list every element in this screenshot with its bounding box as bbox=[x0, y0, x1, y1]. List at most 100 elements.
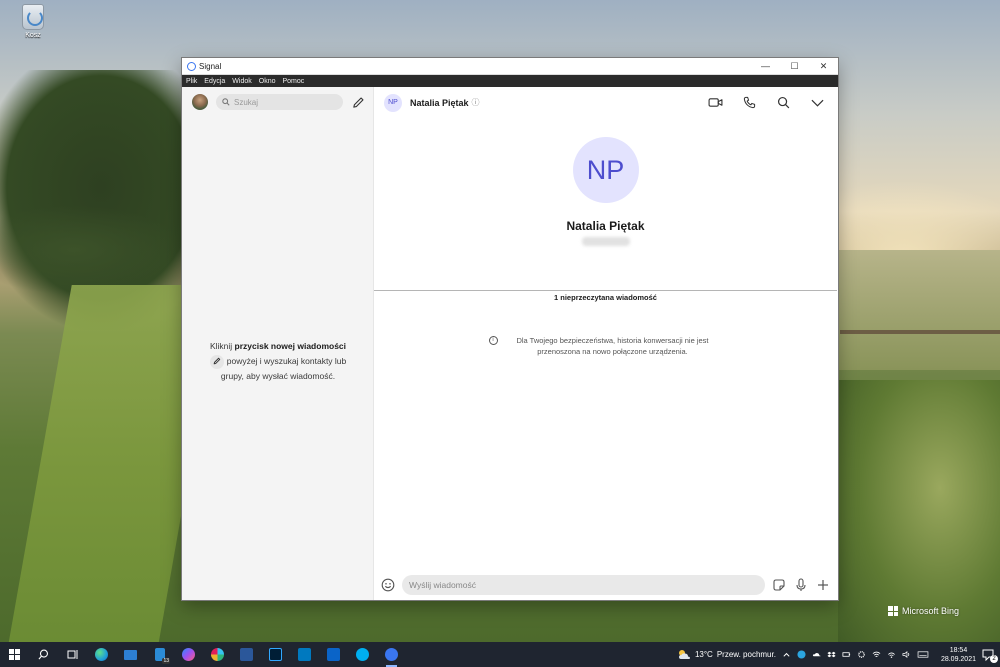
weather-temp: 13°C bbox=[694, 650, 713, 659]
weather-text: Przew. pochmur. bbox=[716, 650, 776, 659]
word-taskbar-button[interactable] bbox=[232, 642, 261, 667]
video-call-button[interactable] bbox=[707, 94, 724, 111]
cloud-sun-icon bbox=[678, 650, 690, 659]
voice-message-button[interactable] bbox=[793, 577, 809, 593]
conversation-pane: NP Natalia Piętak ⓘ NP Natalia Piętak 1 … bbox=[374, 87, 838, 600]
bing-label: Microsoft Bing bbox=[902, 606, 960, 616]
search-placeholder: Szukaj bbox=[234, 97, 259, 107]
menu-help[interactable]: Pomoc bbox=[282, 78, 304, 85]
attach-button[interactable] bbox=[815, 577, 831, 593]
contact-phone-blurred bbox=[581, 237, 630, 246]
volume-tray-icon[interactable] bbox=[902, 650, 911, 659]
messenger-icon bbox=[182, 648, 195, 661]
compose-button[interactable] bbox=[351, 95, 365, 109]
wallpaper-brush bbox=[838, 380, 1000, 642]
mail-taskbar-button[interactable] bbox=[116, 642, 145, 667]
empty-state-prefix: Kliknij bbox=[209, 341, 235, 351]
info-icon: i bbox=[488, 336, 498, 345]
close-button[interactable]: ✕ bbox=[809, 58, 838, 75]
search-icon bbox=[222, 98, 230, 106]
task-view-button[interactable] bbox=[58, 642, 87, 667]
empty-state-line3: grupy, aby wysłać wiadomość. bbox=[220, 371, 336, 381]
search-icon bbox=[38, 649, 48, 660]
menu-file[interactable]: Plik bbox=[186, 78, 197, 85]
plus-icon bbox=[818, 580, 828, 590]
signal-window: Signal — ☐ ✕ Plik Edycja Widok Okno Pomo… bbox=[182, 58, 838, 600]
contact-name-large: Natalia Piętak bbox=[566, 219, 645, 233]
taskbar-search-button[interactable] bbox=[29, 642, 58, 667]
message-composer: Wyślij wiadomość bbox=[374, 570, 837, 600]
menu-view[interactable]: Widok bbox=[232, 78, 251, 85]
task-view-icon bbox=[67, 650, 77, 659]
word-icon bbox=[240, 648, 253, 661]
network-tray-icon[interactable] bbox=[872, 650, 881, 659]
search-input[interactable]: Szukaj bbox=[216, 94, 343, 110]
slack-taskbar-button[interactable] bbox=[203, 642, 232, 667]
skype-taskbar-button[interactable] bbox=[348, 642, 377, 667]
emoji-button[interactable] bbox=[380, 577, 396, 593]
contact-name-header[interactable]: Natalia Piętak bbox=[410, 98, 469, 108]
maximize-button[interactable]: ☐ bbox=[780, 58, 809, 75]
recycle-bin-icon bbox=[22, 4, 44, 30]
start-button[interactable] bbox=[0, 642, 29, 667]
messenger-taskbar-button[interactable] bbox=[174, 642, 203, 667]
battery-tray-icon[interactable] bbox=[842, 650, 851, 659]
telegram-tray-icon[interactable] bbox=[797, 650, 806, 659]
menu-window[interactable]: Okno bbox=[259, 78, 276, 85]
contact-avatar-small[interactable]: NP bbox=[384, 93, 402, 112]
voice-call-button[interactable] bbox=[741, 94, 758, 111]
bing-watermark: Microsoft Bing bbox=[888, 606, 959, 616]
message-input-placeholder: Wyślij wiadomość bbox=[409, 580, 476, 590]
pencil-icon bbox=[352, 96, 364, 108]
title-bar[interactable]: Signal — ☐ ✕ bbox=[182, 58, 838, 75]
taskbar-clock[interactable]: 18:54 28.09.2021 bbox=[941, 646, 976, 664]
settings-tray-icon[interactable] bbox=[857, 650, 866, 659]
empty-state-text: Kliknij przycisk nowej wiadomości powyże… bbox=[182, 339, 374, 384]
weather-widget[interactable]: 13°C Przew. pochmur. bbox=[677, 649, 776, 660]
signal-taskbar-button[interactable] bbox=[377, 642, 406, 667]
more-options-button[interactable] bbox=[809, 94, 826, 111]
security-notice: i Dla Twojego bezpieczeństwa, historia k… bbox=[374, 335, 837, 357]
files-taskbar-button[interactable]: 13 bbox=[145, 642, 174, 667]
phone-icon bbox=[743, 96, 756, 109]
left-pane-header: Szukaj bbox=[182, 87, 373, 117]
recycle-bin-shortcut[interactable]: Kosz bbox=[16, 4, 50, 39]
files-badge: 13 bbox=[162, 658, 170, 664]
skype-icon bbox=[356, 648, 369, 661]
search-icon bbox=[777, 96, 790, 109]
trello-taskbar-button[interactable] bbox=[290, 642, 319, 667]
signal-icon bbox=[385, 648, 398, 661]
inline-pencil-icon bbox=[209, 354, 224, 369]
edge-icon bbox=[95, 648, 108, 661]
dropbox-tray-icon[interactable] bbox=[827, 650, 836, 659]
search-conversation-button[interactable] bbox=[775, 94, 792, 111]
windows-logo-icon bbox=[888, 606, 898, 616]
system-tray: 13°C Przew. pochmur. 18:54 28.09.2021 2 bbox=[677, 642, 1000, 667]
notification-count: 2 bbox=[990, 654, 998, 663]
conversation-list-pane: Szukaj Kliknij przycisk nowej wiadomości… bbox=[182, 87, 374, 600]
photoshop-taskbar-button[interactable] bbox=[261, 642, 290, 667]
video-camera-icon bbox=[708, 98, 723, 107]
notification-center-button[interactable]: 2 bbox=[982, 648, 998, 663]
recycle-bin-label: Kosz bbox=[25, 32, 41, 39]
signal-app-icon bbox=[187, 61, 196, 71]
contact-info-icon[interactable]: ⓘ bbox=[472, 97, 480, 108]
outlook-taskbar-button[interactable] bbox=[319, 642, 348, 667]
keyboard-tray-icon[interactable] bbox=[917, 650, 929, 659]
sticker-button[interactable] bbox=[771, 577, 787, 593]
my-profile-avatar[interactable] bbox=[192, 94, 208, 110]
contact-avatar-large[interactable]: NP bbox=[572, 137, 639, 203]
photoshop-icon bbox=[269, 648, 282, 661]
chevron-up-icon[interactable] bbox=[782, 650, 791, 659]
security-notice-text: Dla Twojego bezpieczeństwa, historia kon… bbox=[503, 335, 723, 357]
minimize-button[interactable]: — bbox=[751, 58, 780, 75]
unread-divider: 1 nieprzeczytana wiadomość bbox=[374, 290, 837, 302]
message-input[interactable]: Wyślij wiadomość bbox=[402, 575, 765, 595]
wallpaper-hedge bbox=[0, 205, 185, 295]
wifi-tray-icon[interactable] bbox=[887, 650, 896, 659]
edge-taskbar-button[interactable] bbox=[87, 642, 116, 667]
clock-date: 28.09.2021 bbox=[940, 655, 976, 663]
onedrive-tray-icon[interactable] bbox=[812, 650, 821, 659]
menu-edit[interactable]: Edycja bbox=[204, 78, 225, 85]
mail-icon bbox=[124, 649, 137, 660]
